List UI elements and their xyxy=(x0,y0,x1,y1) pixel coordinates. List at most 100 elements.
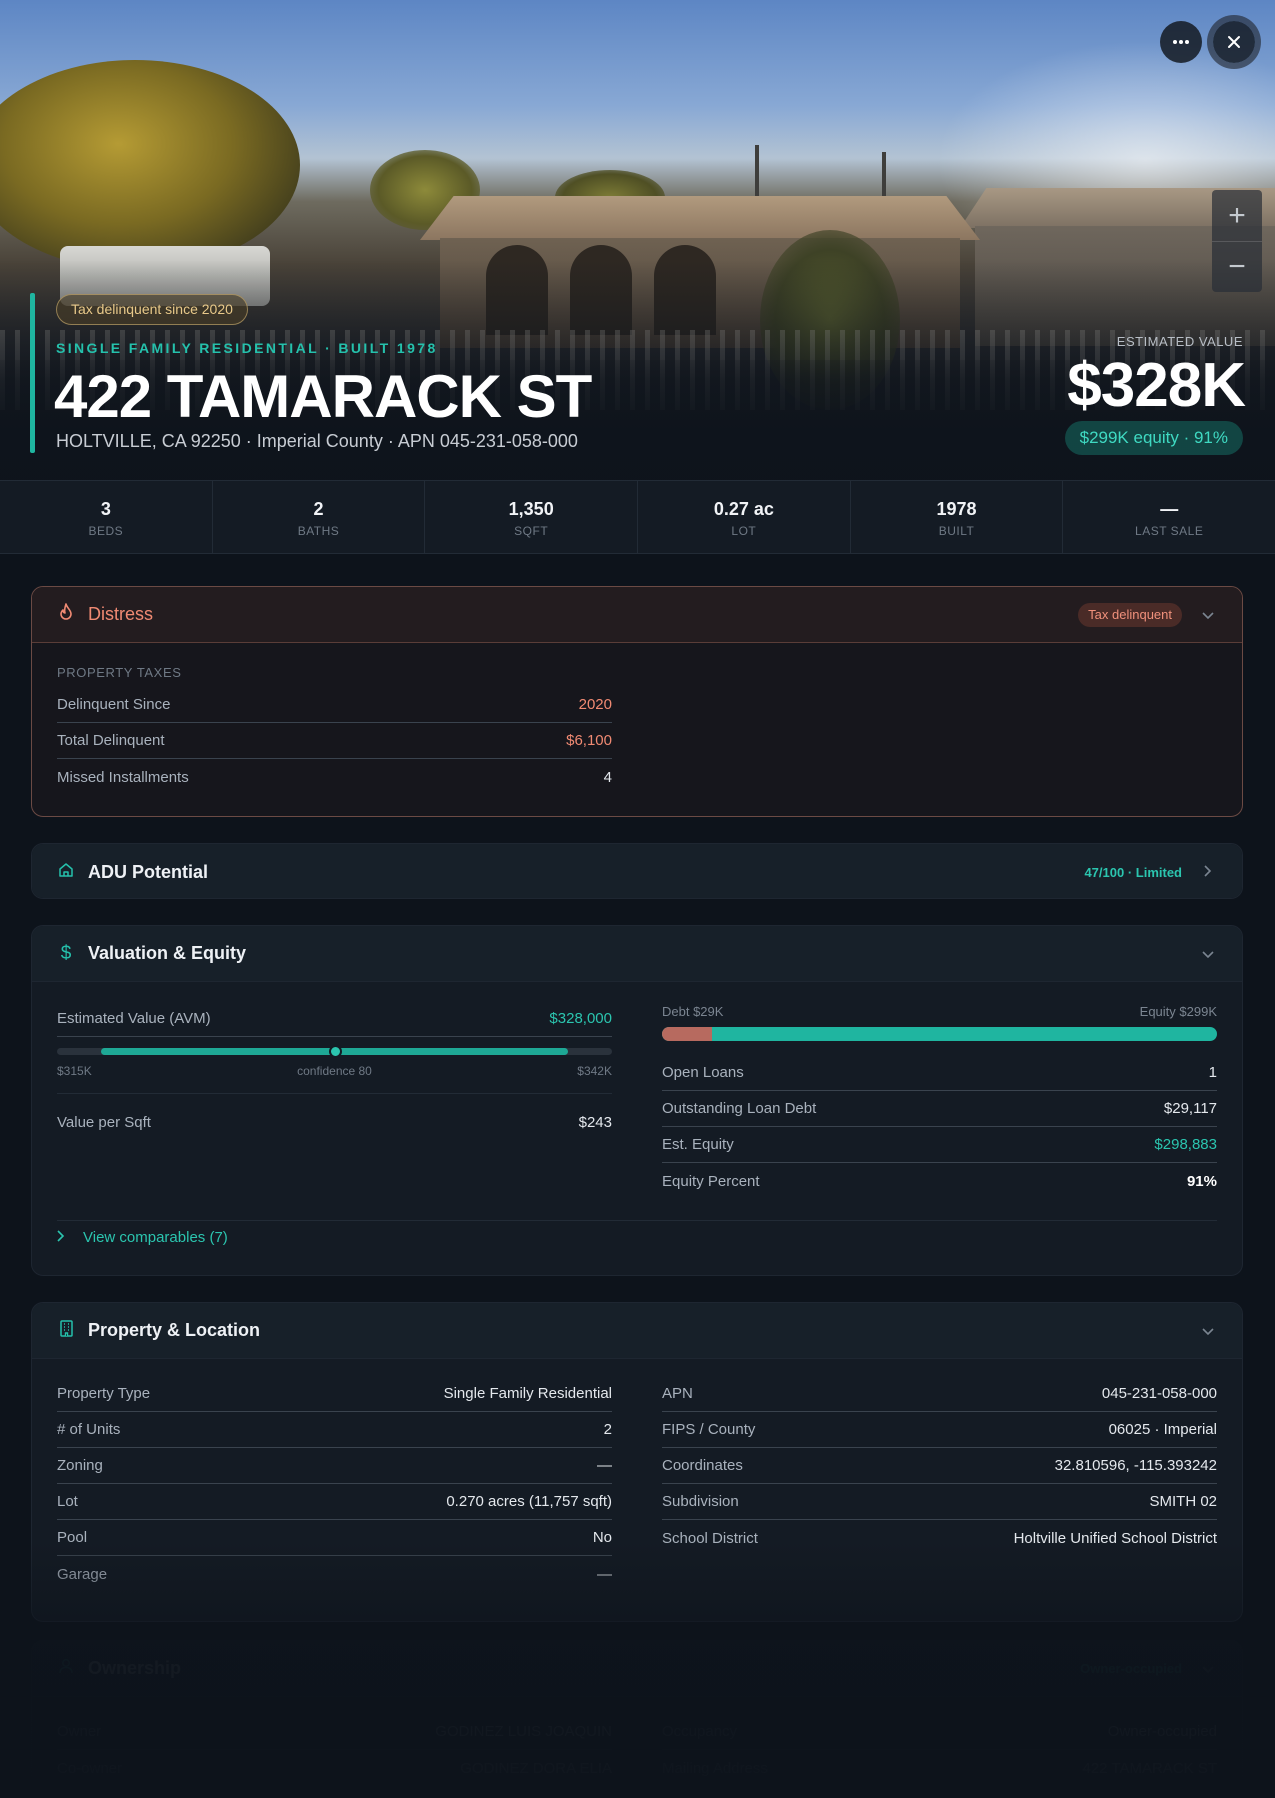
property-address: HOLTVILLE, CA 92250 · Imperial County · … xyxy=(56,431,578,451)
kv-row: Total Delinquent $6,100 xyxy=(57,723,612,759)
owner-list: Owner GODINEZ LUIS JOAQUIN Co-owner GODINE… xyxy=(57,1714,612,1786)
kv-value: $243 xyxy=(578,1113,612,1131)
kv-key: Pool xyxy=(57,1529,88,1546)
kv-value: 91% xyxy=(1186,1172,1217,1190)
stat-sqft: 1,350 SQFT xyxy=(425,481,639,553)
distress-title: Distress xyxy=(88,604,154,624)
kv-row: Garage — xyxy=(57,1556,612,1592)
loan-list: Open Loans 1 Outstanding Loan Debt $29,117… xyxy=(662,1055,1217,1199)
range-low: $315K xyxy=(57,1064,92,1078)
kv-value: Single Family Residential xyxy=(443,1385,612,1402)
stats-bar: 3 BEDS 2 BATHS 1,350 SQFT 0.27 ac LOT 1978 BU… xyxy=(0,480,1275,554)
location-title: Property & Location xyxy=(88,1320,261,1340)
chevron-down-icon[interactable] xyxy=(1198,1661,1218,1677)
ownership-header[interactable]: Ownership Owner-occupied xyxy=(32,1641,1242,1697)
debt-segment xyxy=(662,1027,712,1041)
debt-equity-bar xyxy=(662,1027,1217,1041)
kv-row: Zoning — xyxy=(57,1448,612,1484)
kv-row: Occupancy Owner-occupied xyxy=(662,1714,1217,1750)
divider xyxy=(57,1093,612,1094)
kv-key: Est. Equity xyxy=(662,1136,734,1153)
kv-key: Value per Sqft xyxy=(57,1113,151,1131)
property-subtitle: SINGLE FAMILY RESIDENTIAL · BUILT 1978 xyxy=(56,340,438,356)
stat-label: LAST SALE xyxy=(1135,524,1204,538)
stat-value: 2 xyxy=(313,499,324,519)
stat-label: BEDS xyxy=(88,524,124,538)
kv-row: Coordinates 32.810596, -115.393242 xyxy=(662,1448,1217,1484)
kv-key: Zoning xyxy=(57,1457,103,1474)
hero-accent-bar xyxy=(30,293,35,453)
stat-lot: 0.27 ac LOT xyxy=(638,481,851,553)
stat-baths: 2 BATHS xyxy=(213,481,426,553)
adu-score: 47/100 · Limited xyxy=(1084,864,1182,880)
stat-label: BATHS xyxy=(297,524,340,538)
property-details-list: Property Type Single Family Residential #… xyxy=(57,1376,612,1592)
kv-key: Owner xyxy=(57,1723,102,1740)
kv-value: Owner-occupied xyxy=(1107,1723,1217,1740)
close-button[interactable] xyxy=(1213,21,1255,63)
adu-header[interactable]: ADU Potential 47/100 · Limited xyxy=(32,844,1242,898)
kv-value: — xyxy=(597,1565,612,1583)
stat-value: 1978 xyxy=(936,499,977,519)
more-horizontal-icon xyxy=(1173,40,1189,44)
kv-row: Property Type Single Family Residential xyxy=(57,1376,612,1412)
kv-row: Outstanding Loan Debt $29,117 xyxy=(662,1091,1217,1127)
zoom-in-button[interactable]: + xyxy=(1212,190,1262,241)
user-icon xyxy=(56,1658,76,1679)
chevron-right-icon[interactable] xyxy=(1198,864,1218,880)
avm-row: Estimated Value (AVM) $328,000 xyxy=(57,1001,612,1037)
view-comparables-link[interactable]: View comparables (7) xyxy=(57,1229,228,1246)
adu-card[interactable]: ADU Potential 47/100 · Limited xyxy=(31,843,1243,899)
tree xyxy=(0,60,300,270)
kv-key: Equity Percent xyxy=(662,1172,760,1190)
kv-value: 1 xyxy=(1208,1064,1217,1081)
kv-row: Delinquent Since 2020 xyxy=(57,687,612,723)
stat-label: LOT xyxy=(731,524,757,538)
kv-row: Estimated Value (AVM) $328,000 xyxy=(57,1001,612,1037)
close-icon xyxy=(1228,36,1240,48)
kv-row: Open Loans 1 xyxy=(662,1055,1217,1091)
kv-value: $298,883 xyxy=(1154,1136,1217,1153)
valuation-title: Valuation & Equity xyxy=(88,943,247,963)
estimated-value: $328K xyxy=(1067,351,1246,420)
ownership-title: Ownership xyxy=(88,1658,182,1678)
kv-key: Property Type xyxy=(57,1385,151,1402)
more-button[interactable] xyxy=(1160,21,1202,63)
chevron-down-icon[interactable] xyxy=(1198,607,1218,623)
map-zoom-control: + − xyxy=(1212,190,1262,292)
kv-key: Estimated Value (AVM) xyxy=(57,1010,211,1027)
kv-key: Occupancy xyxy=(662,1723,738,1740)
valuation-header[interactable]: $ Valuation & Equity xyxy=(32,926,1242,982)
kv-value: $328,000 xyxy=(549,1010,612,1027)
range-high: $342K xyxy=(577,1064,612,1078)
hero-photo: + − Tax delinquent since 2020 SINGLE FAM… xyxy=(0,0,1275,480)
distress-header[interactable]: Distress Tax delinquent xyxy=(32,587,1242,643)
kv-value: 422 TAMARACK ST xyxy=(1082,1759,1218,1777)
kv-row: # of Units 2 xyxy=(57,1412,612,1448)
kv-row: School District Holtville Unified School … xyxy=(662,1520,1217,1556)
chevron-down-icon[interactable] xyxy=(1198,946,1218,962)
kv-row: Missed Installments 4 xyxy=(57,759,612,795)
stat-value: 1,350 xyxy=(508,499,554,519)
valuation-card: $ Valuation & Equity Estimated Value (AV… xyxy=(31,925,1243,1276)
view-comparables-label: View comparables (7) xyxy=(83,1229,228,1246)
zoom-out-button[interactable]: − xyxy=(1212,241,1262,292)
location-header[interactable]: Property & Location xyxy=(32,1303,1242,1359)
kv-row: Lot 0.270 acres (11,757 sqft) xyxy=(57,1484,612,1520)
kv-row: Equity Percent 91% xyxy=(662,1163,1217,1199)
kv-row: Mailing Address 422 TAMARACK ST xyxy=(662,1750,1217,1786)
kv-value: 2020 xyxy=(578,696,612,713)
kv-key: # of Units xyxy=(57,1421,121,1438)
stat-label: BUILT xyxy=(938,524,975,538)
stat-value: 0.27 ac xyxy=(713,499,774,519)
property-title: 422 TAMARACK ST xyxy=(54,363,592,430)
value-per-sqft: Value per Sqft $243 xyxy=(57,1104,612,1140)
kv-row: FIPS / County 06025 · Imperial xyxy=(662,1412,1217,1448)
confidence-label: confidence 80 xyxy=(297,1064,372,1078)
stat-value: 3 xyxy=(100,499,111,519)
debt-label: Debt $29K xyxy=(662,1004,724,1019)
location-details-list: APN 045-231-058-000 FIPS / County 06025 · … xyxy=(662,1376,1217,1556)
kv-key: Mailing Address xyxy=(662,1759,768,1777)
chevron-down-icon[interactable] xyxy=(1198,1323,1218,1339)
kv-row: APN 045-231-058-000 xyxy=(662,1376,1217,1412)
